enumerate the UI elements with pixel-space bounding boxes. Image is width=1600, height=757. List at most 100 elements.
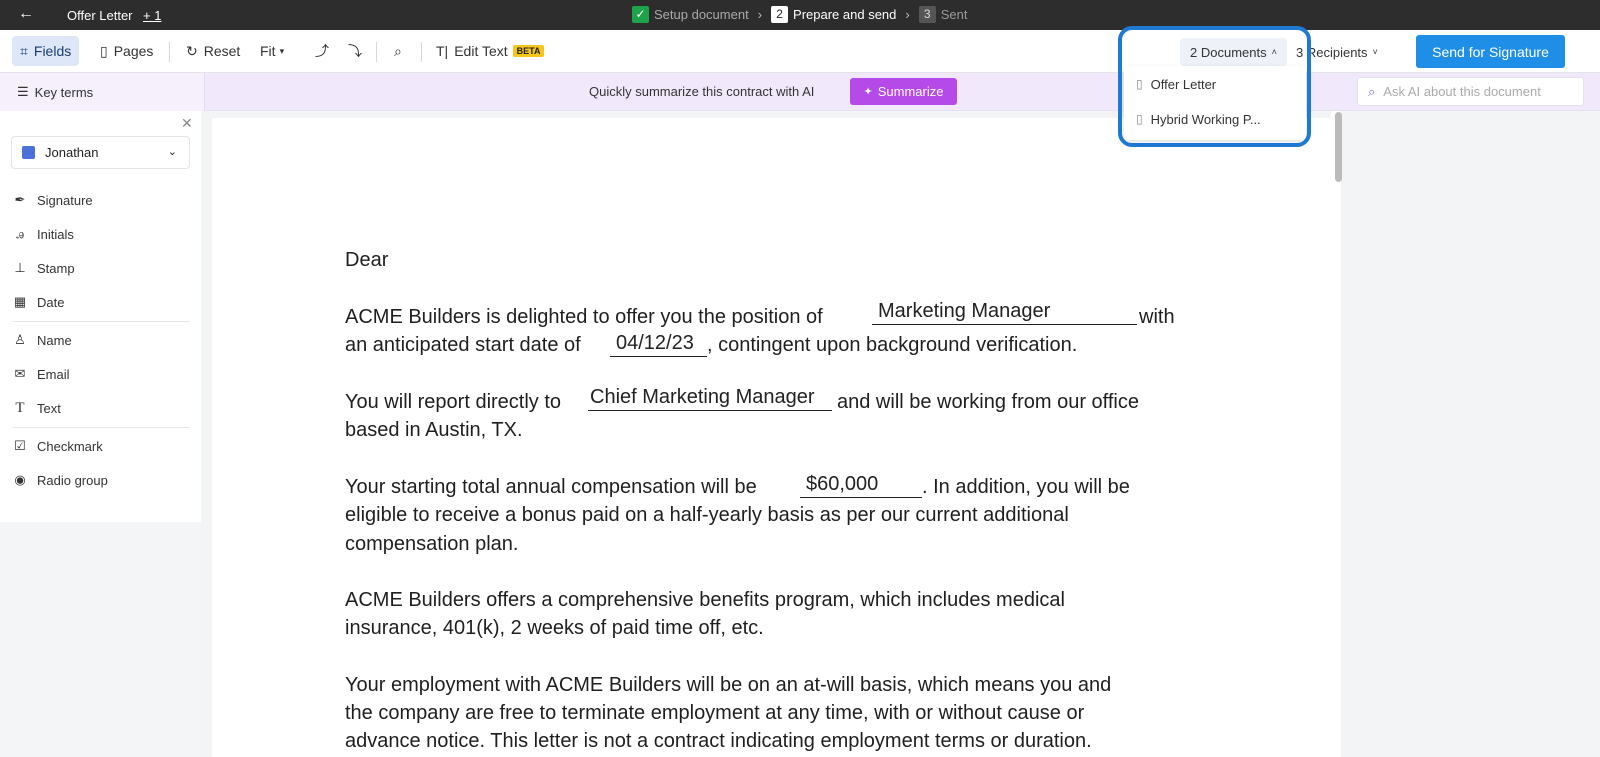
edit-text-button[interactable]: T| Edit Text BETA [428,36,552,66]
paragraph-line: Your starting total annual compensation … [345,476,757,498]
highlight-annotation [1118,26,1311,147]
field-label: Signature [37,192,93,208]
calendar-icon: ▦ [13,294,27,309]
paragraph-line: . In addition, you will be [922,476,1130,498]
fields-sidebar: ✕ Jonathan ⌄ ✒ Signature ꭿ Initials ⊥ St… [0,111,201,522]
checkbox-icon: ☑ [14,438,26,453]
ai-banner-text: Quickly summarize this contract with AI [589,84,815,99]
beta-badge: BETA [512,45,545,57]
paragraph-line: insurance, 401(k), 2 weeks of paid time … [345,617,764,639]
position-value: Marketing Manager [878,300,1051,322]
recipient-select[interactable]: Jonathan ⌄ [11,136,190,169]
reset-label: Reset [203,43,241,59]
field-label: Stamp [37,260,75,276]
scrollbar-thumb[interactable] [1335,112,1342,182]
reset-icon: ↻ [186,42,198,59]
field-label: Name [37,332,72,348]
fields-icon: ⌗ [20,42,28,59]
fit-label: Fit [260,43,276,59]
step-setup-document[interactable]: Setup document [654,7,749,22]
key-terms-label: Key terms [34,84,94,100]
field-label: Email [37,366,70,382]
field-label: Radio group [37,472,108,488]
scrollbar-track[interactable] [1331,111,1341,757]
pen-icon: ✒ [14,192,26,207]
start-date-value: 04/12/23 [616,332,694,354]
step-sent[interactable]: Sent [941,7,968,22]
paragraph-line: compensation plan. [345,533,519,555]
divider [12,321,190,322]
chevron-down-icon: ˅ [1372,47,1378,57]
fit-zoom-dropdown[interactable]: Fit ▾ [252,36,292,66]
close-icon[interactable]: ✕ [181,115,193,132]
paragraph-line: eligible to receive a bonus paid on a ha… [345,504,1069,526]
send-for-signature-button[interactable]: Send for Signature [1416,35,1565,68]
summarize-button[interactable]: ✦ Summarize [850,78,957,105]
field-name[interactable]: ♙ Name [12,329,72,351]
paragraph-line: ACME Builders is delighted to offer you … [345,306,823,328]
summarize-label: Summarize [877,84,944,99]
search-icon: ⌕ [1368,83,1376,99]
paragraph-line: ACME Builders offers a comprehensive ben… [345,589,1065,611]
field-label: Text [37,400,61,416]
paragraph-line: the company are free to terminate employ… [345,702,1085,724]
search-button[interactable]: ⌕ [386,36,410,66]
manager-value: Chief Marketing Manager [590,386,815,408]
divider [376,42,377,62]
paragraph-line: Your employment with ACME Builders will … [345,674,1112,696]
reset-button[interactable]: ↻ Reset [178,36,248,66]
field-text[interactable]: T Text [12,397,61,419]
field-date[interactable]: ▦ Date [12,291,65,313]
page-icon: ▯ [100,42,108,59]
top-bar: ← Offer Letter + 1 ✓ Setup document › 2 … [0,0,1600,30]
back-arrow-icon[interactable]: ← [18,4,38,24]
salary-field[interactable]: $60,000 [800,473,922,498]
mail-icon: ✉ [14,366,26,381]
paragraph-line: You will report directly to [345,391,562,413]
edit-text-label: Edit Text [454,43,508,59]
field-radio-group[interactable]: ◉ Radio group [12,469,108,491]
field-signature[interactable]: ✒ Signature [12,189,93,211]
paragraph-line: advance notice. This letter is not a con… [345,730,1092,752]
step-number-badge: 2 [771,6,789,23]
paragraph-line: and will be working from our office [837,391,1139,413]
start-date-field[interactable]: 04/12/23 [610,332,707,357]
paragraph-line: , contingent upon background verificatio… [707,334,1078,356]
text-icon: T [15,399,25,416]
chevron-right-icon: › [905,7,910,22]
key-terms-button[interactable]: ☰ Key terms [0,73,205,111]
divider [12,427,190,428]
chevron-right-icon: › [757,7,763,22]
field-checkmark[interactable]: ☑ Checkmark [12,435,103,457]
divider [421,42,422,62]
field-stamp[interactable]: ⊥ Stamp [12,257,75,279]
stamp-icon: ⊥ [14,260,26,275]
pages-button[interactable]: ▯ Pages [92,36,161,66]
position-field[interactable]: Marketing Manager [872,300,1137,325]
ask-ai-input[interactable]: ⌕ Ask AI about this document [1357,77,1584,106]
fields-button[interactable]: ⌗ Fields [12,36,80,66]
salary-value: $60,000 [806,473,879,495]
paragraph-line: an anticipated start date of [345,334,581,356]
rotate-right-icon: ⤴ [315,43,329,59]
rotate-left-button[interactable]: ⤵ [340,36,370,66]
progress-steps: ✓ Setup document › 2 Prepare and send › … [632,6,967,23]
divider [169,42,170,62]
field-label: Initials [37,226,74,242]
extra-documents-link[interactable]: + 1 [143,8,161,23]
paragraph-line: with [1139,306,1175,328]
list-icon: ☰ [17,84,29,99]
rotate-right-button[interactable]: ⤴ [307,36,337,66]
paragraph-line: based in Austin, TX. [345,419,523,441]
chevron-down-icon: ⌄ [167,146,177,158]
manager-field[interactable]: Chief Marketing Manager [588,386,832,411]
search-icon: ⌕ [394,42,402,59]
sparkle-icon: ✦ [863,86,873,98]
field-label: Date [37,294,65,310]
edit-text-icon: T| [436,43,449,59]
salutation: Dear [345,249,389,271]
recipient-color-swatch [22,146,35,159]
field-email[interactable]: ✉ Email [12,363,70,385]
step-prepare-and-send[interactable]: Prepare and send [793,7,896,22]
field-initials[interactable]: ꭿ Initials [12,223,74,245]
